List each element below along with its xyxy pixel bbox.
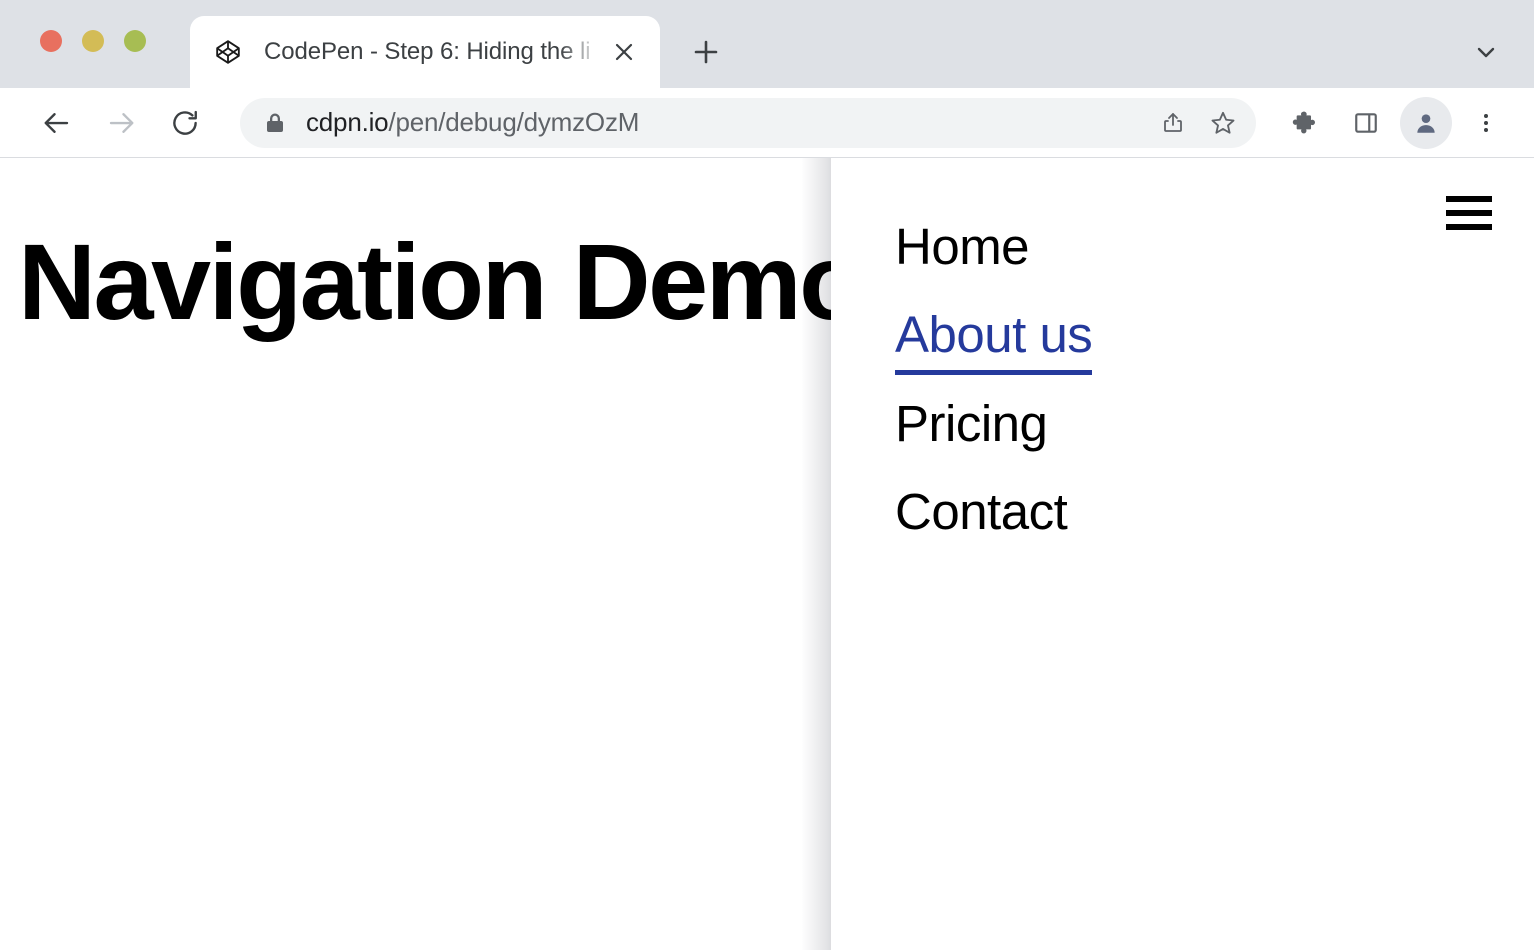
url-path: /pen/debug/dymzOzM [388, 107, 639, 137]
share-icon[interactable] [1150, 100, 1196, 146]
url-display[interactable]: cdpn.io/pen/debug/dymzOzM [306, 107, 1150, 138]
reload-icon[interactable] [158, 96, 212, 150]
nav-link-contact[interactable]: Contact [895, 483, 1067, 542]
nav-link-pricing[interactable]: Pricing [895, 395, 1047, 454]
window-maximize-button[interactable] [124, 30, 146, 52]
codepen-logo-icon [214, 38, 242, 66]
tabs-area: CodePen - Step 6: Hiding the li [190, 0, 734, 88]
star-icon[interactable] [1200, 100, 1246, 146]
nav-list: Home About us Pricing Contact [895, 218, 1092, 571]
tab-strip: CodePen - Step 6: Hiding the li [0, 0, 1534, 88]
three-dot-menu-icon[interactable] [1460, 97, 1512, 149]
nav-item-home: Home [895, 218, 1092, 277]
chevron-down-icon[interactable] [1462, 28, 1510, 76]
side-panel-icon[interactable] [1340, 97, 1392, 149]
address-bar[interactable]: cdpn.io/pen/debug/dymzOzM [240, 98, 1256, 148]
navigation-panel: Home About us Pricing Contact [831, 158, 1534, 950]
browser-tab[interactable]: CodePen - Step 6: Hiding the li [190, 16, 660, 88]
page-title: Navigation Demo [18, 228, 863, 336]
new-tab-button[interactable] [678, 24, 734, 80]
person-avatar-icon[interactable] [1400, 97, 1452, 149]
window-traffic-lights [40, 30, 146, 52]
hamburger-menu-icon[interactable] [1446, 196, 1492, 230]
puzzle-piece-icon[interactable] [1280, 97, 1332, 149]
back-arrow-icon[interactable] [30, 96, 84, 150]
close-icon[interactable] [606, 34, 642, 70]
window-minimize-button[interactable] [82, 30, 104, 52]
nav-link-about-us[interactable]: About us [895, 306, 1092, 376]
browser-toolbar: cdpn.io/pen/debug/dymzOzM [0, 88, 1534, 158]
hamburger-bar-1 [1446, 196, 1492, 202]
lock-icon[interactable] [262, 110, 288, 136]
forward-arrow-icon[interactable] [94, 96, 148, 150]
page-main-content: Navigation Demo [0, 158, 801, 950]
nav-item-contact: Contact [895, 483, 1092, 542]
nav-item-about-us: About us [895, 306, 1092, 376]
nav-item-pricing: Pricing [895, 395, 1092, 454]
nav-link-home[interactable]: Home [895, 218, 1029, 277]
page-viewport: Navigation Demo Home About us Pricing [0, 158, 1534, 950]
window-close-button[interactable] [40, 30, 62, 52]
hamburger-bar-2 [1446, 210, 1492, 216]
hamburger-bar-3 [1446, 224, 1492, 230]
browser-window: CodePen - Step 6: Hiding the li [0, 0, 1534, 950]
tab-title: CodePen - Step 6: Hiding the li [264, 38, 600, 66]
url-domain: cdpn.io [306, 107, 388, 137]
toolbar-right-controls [1272, 97, 1512, 149]
tab-strip-right-controls [1462, 28, 1510, 76]
